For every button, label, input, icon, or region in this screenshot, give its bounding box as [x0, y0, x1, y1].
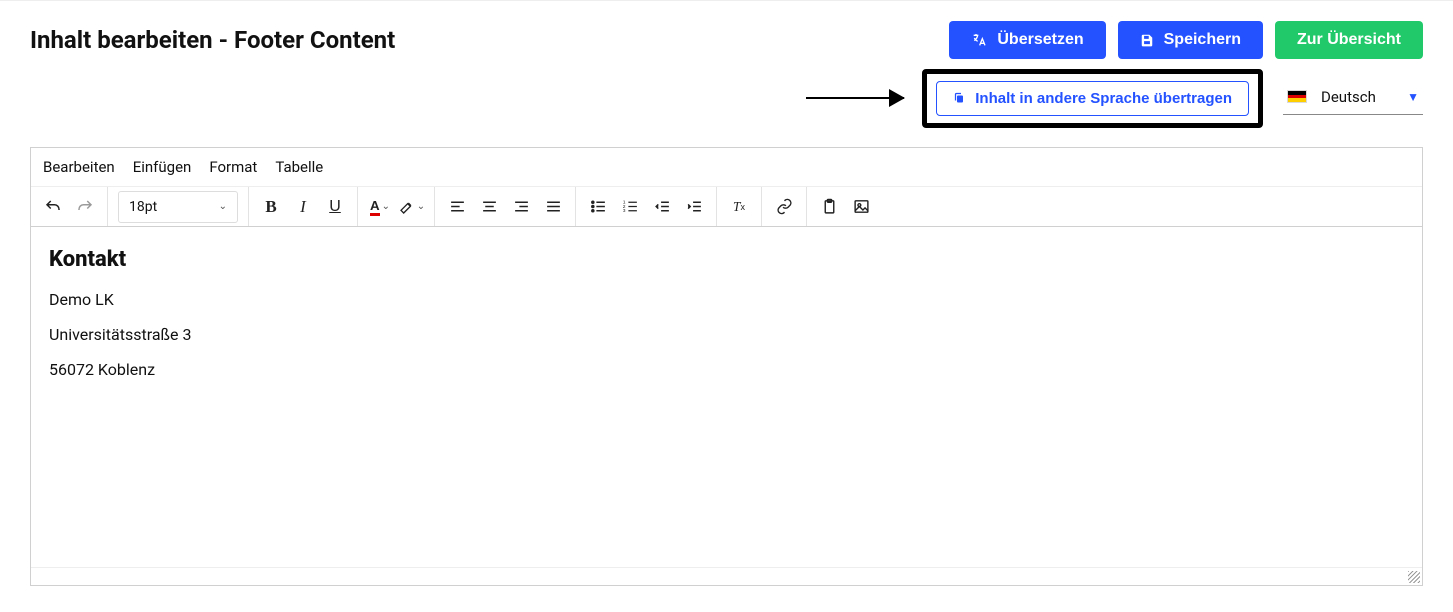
translate-label: Übersetzen [997, 31, 1083, 49]
clear-format-button[interactable]: Tx [723, 191, 755, 223]
menu-edit[interactable]: Bearbeiten [43, 158, 115, 176]
flag-de-icon [1287, 90, 1307, 103]
menu-format[interactable]: Format [209, 158, 257, 176]
content-line-3: 56072 Koblenz [49, 360, 1404, 379]
outdent-button[interactable] [646, 191, 678, 223]
menu-insert[interactable]: Einfügen [133, 158, 192, 176]
resize-handle[interactable] [1408, 571, 1420, 583]
editor-content-area[interactable]: Kontakt Demo LK Universitätsstraße 3 560… [31, 227, 1422, 567]
redo-button[interactable] [69, 191, 101, 223]
translate-icon [971, 32, 987, 48]
editor-statusbar [31, 567, 1422, 585]
save-button[interactable]: Speichern [1118, 21, 1263, 59]
text-color-button[interactable]: A⌄ [364, 191, 396, 223]
number-list-button[interactable]: 123 [614, 191, 646, 223]
underline-button[interactable]: U [319, 191, 351, 223]
copy-to-language-label: Inhalt in andere Sprache übertragen [975, 90, 1232, 107]
paste-button[interactable] [813, 191, 845, 223]
undo-button[interactable] [37, 191, 69, 223]
fontsize-value: 18pt [129, 199, 157, 215]
highlight-color-button[interactable]: ⌄ [396, 191, 428, 223]
menu-table[interactable]: Tabelle [275, 158, 323, 176]
annotation-arrow [806, 97, 904, 99]
align-left-button[interactable] [441, 191, 473, 223]
language-select[interactable]: Deutsch ▼ [1283, 82, 1423, 115]
italic-button[interactable]: I [287, 191, 319, 223]
align-right-button[interactable] [505, 191, 537, 223]
header-actions: Übersetzen Speichern Zur Übersicht [949, 21, 1423, 59]
richtext-editor: Bearbeiten Einfügen Format Tabelle 18pt … [30, 147, 1423, 586]
indent-button[interactable] [678, 191, 710, 223]
translate-button[interactable]: Übersetzen [949, 21, 1105, 59]
bullet-list-button[interactable] [582, 191, 614, 223]
bold-button[interactable]: B [255, 191, 287, 223]
align-center-button[interactable] [473, 191, 505, 223]
editor-menubar: Bearbeiten Einfügen Format Tabelle [31, 148, 1422, 187]
fontsize-select[interactable]: 18pt ⌄ [118, 191, 238, 223]
copy-icon [953, 91, 965, 105]
align-justify-button[interactable] [537, 191, 569, 223]
language-label: Deutsch [1321, 88, 1393, 106]
image-button[interactable] [845, 191, 877, 223]
annotation-highlight: Inhalt in andere Sprache übertragen [922, 69, 1263, 128]
svg-text:3: 3 [622, 208, 625, 214]
save-icon [1140, 33, 1154, 47]
caret-down-icon: ▼ [1407, 90, 1419, 104]
content-line-2: Universitätsstraße 3 [49, 325, 1404, 344]
content-heading: Kontakt [49, 247, 1404, 272]
chevron-down-icon: ⌄ [219, 201, 227, 212]
overview-button[interactable]: Zur Übersicht [1275, 21, 1423, 59]
save-label: Speichern [1164, 31, 1241, 49]
content-line-1: Demo LK [49, 290, 1404, 309]
page-title: Inhalt bearbeiten - Footer Content [30, 26, 395, 54]
overview-label: Zur Übersicht [1297, 31, 1401, 49]
link-button[interactable] [768, 191, 800, 223]
editor-toolbar: 18pt ⌄ B I U A⌄ ⌄ [31, 187, 1422, 227]
copy-to-language-button[interactable]: Inhalt in andere Sprache übertragen [936, 81, 1249, 116]
